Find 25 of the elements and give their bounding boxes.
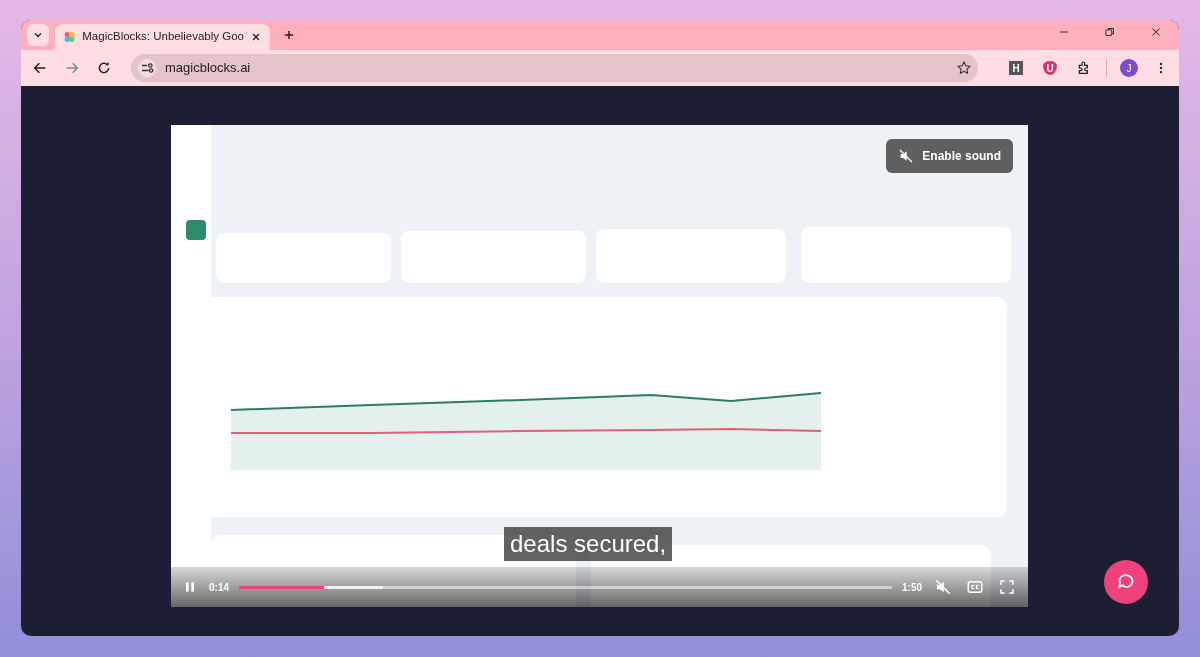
site-settings-icon — [137, 58, 157, 78]
site-logo-icon — [63, 29, 77, 45]
muted-speaker-icon — [934, 578, 952, 596]
extension-button[interactable]: U — [1038, 56, 1062, 80]
address-bar[interactable]: magicblocks.ai — [131, 54, 978, 82]
elapsed-time: 0:14 — [209, 580, 229, 595]
close-icon — [250, 31, 262, 43]
reload-icon — [96, 60, 112, 76]
muted-speaker-icon — [898, 148, 915, 164]
tab-list-button[interactable] — [27, 24, 49, 46]
video-caption: deals secured, — [504, 527, 673, 561]
extension-button[interactable]: H — [1004, 56, 1028, 80]
captions-icon — [966, 578, 984, 596]
fullscreen-icon — [998, 578, 1016, 596]
enable-sound-button[interactable]: Enable sound — [886, 139, 1013, 173]
browser-tab[interactable]: MagicBlocks: Unbelievably Goo — [55, 24, 270, 50]
bookmark-star-icon[interactable] — [956, 60, 972, 76]
seek-bar[interactable] — [239, 585, 892, 589]
forward-arrow-icon — [64, 60, 80, 76]
plus-icon — [282, 28, 296, 42]
duration-time: 1:50 — [902, 580, 922, 595]
back-arrow-icon — [32, 60, 48, 76]
restore-icon — [1103, 25, 1117, 39]
chat-button[interactable] — [1104, 560, 1148, 604]
close-tab-button[interactable] — [250, 31, 262, 43]
